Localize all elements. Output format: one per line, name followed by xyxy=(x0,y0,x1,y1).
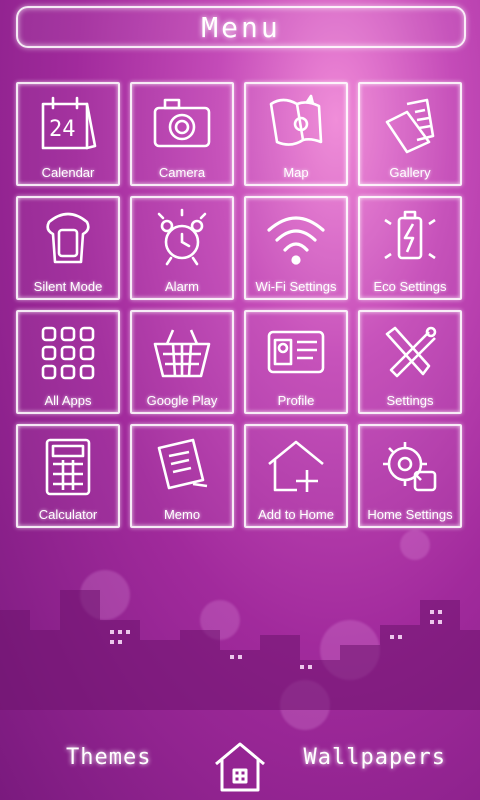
bottom-bar: Themes Wallpapers xyxy=(0,710,480,800)
home-settings-icon xyxy=(383,442,437,492)
tile-label: Calculator xyxy=(38,507,98,522)
gallery-icon xyxy=(385,98,435,154)
tile-label: Map xyxy=(283,165,309,180)
map-icon xyxy=(269,94,323,146)
tile-memo[interactable]: Memo xyxy=(130,424,234,528)
tile-calculator[interactable]: Calculator xyxy=(16,424,120,528)
tile-silent-mode[interactable]: Silent Mode xyxy=(16,196,120,300)
tile-profile[interactable]: Profile xyxy=(244,310,348,414)
home-icon[interactable] xyxy=(212,738,268,794)
calendar-icon: 24 xyxy=(41,96,97,150)
page-title: Menu xyxy=(201,10,281,44)
tile-label: Gallery xyxy=(389,165,431,180)
calculator-icon xyxy=(45,438,91,496)
eco-battery-icon xyxy=(384,210,436,260)
camera-icon xyxy=(153,98,211,148)
tile-label: Wi-Fi Settings xyxy=(255,279,337,294)
tile-all-apps[interactable]: All Apps xyxy=(16,310,120,414)
bokeh-light xyxy=(400,530,430,560)
tile-label: Silent Mode xyxy=(33,279,103,294)
all-apps-icon xyxy=(41,326,95,380)
tile-map[interactable]: Map xyxy=(244,82,348,186)
city-skyline xyxy=(0,590,480,710)
tile-label: Add to Home xyxy=(258,507,334,522)
tile-camera[interactable]: Camera xyxy=(130,82,234,186)
themes-button[interactable]: Themes xyxy=(66,745,151,770)
tile-add-to-home[interactable]: Add to Home xyxy=(244,424,348,528)
silent-mode-icon xyxy=(46,212,90,264)
tile-label: Alarm xyxy=(165,279,199,294)
add-home-icon xyxy=(268,440,324,492)
wifi-icon xyxy=(267,216,325,265)
memo-icon xyxy=(157,438,208,490)
tile-gallery[interactable]: Gallery xyxy=(358,82,462,186)
tile-label: Calendar xyxy=(41,165,95,180)
tile-settings[interactable]: Settings xyxy=(358,310,462,414)
tile-label: Camera xyxy=(158,165,206,180)
tile-home-settings[interactable]: Home Settings xyxy=(358,424,462,528)
calendar-day: 24 xyxy=(49,117,76,142)
shopping-basket-icon xyxy=(153,329,211,378)
tile-label: Google Play xyxy=(146,393,218,408)
tile-eco-settings[interactable]: Eco Settings xyxy=(358,196,462,300)
alarm-icon xyxy=(157,208,207,266)
tile-label: Memo xyxy=(163,507,201,522)
tile-google-play[interactable]: Google Play xyxy=(130,310,234,414)
tile-label: All Apps xyxy=(44,393,92,408)
tile-alarm[interactable]: Alarm xyxy=(130,196,234,300)
tile-label: Settings xyxy=(386,393,434,408)
tile-label: Profile xyxy=(277,393,315,408)
wallpapers-button[interactable]: Wallpapers xyxy=(304,745,446,770)
tile-wifi-settings[interactable]: Wi-Fi Settings xyxy=(244,196,348,300)
tile-label: Eco Settings xyxy=(373,279,447,294)
tile-calendar[interactable]: 24 Calendar xyxy=(16,82,120,186)
tools-icon xyxy=(385,326,437,378)
menu-header: Menu xyxy=(16,6,466,48)
tile-label: Home Settings xyxy=(367,507,453,522)
app-grid: 24 Calendar Camera Map Gallery Silent Mo… xyxy=(16,82,464,528)
profile-card-icon xyxy=(267,330,325,374)
